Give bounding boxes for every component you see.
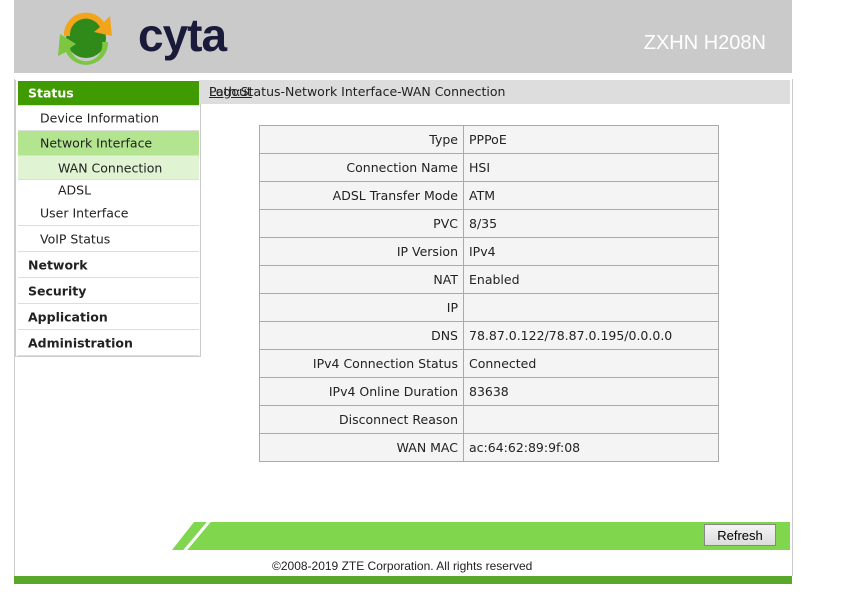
table-row: NAT Enabled — [259, 265, 719, 294]
sidebar-item-voip-status[interactable]: VoIP Status — [18, 227, 199, 252]
breadcrumb: Path:Status-Network Interface-WAN Connec… — [199, 80, 790, 104]
field-value: Connected — [463, 349, 719, 378]
field-value: Enabled — [463, 265, 719, 294]
field-value: IPv4 — [463, 237, 719, 266]
table-row: Disconnect Reason — [259, 405, 719, 434]
table-row: DNS 78.87.0.122/78.87.0.195/0.0.0.0 — [259, 321, 719, 350]
field-label: Disconnect Reason — [259, 405, 464, 434]
action-bar — [172, 522, 790, 550]
sidebar-item-label: Network Interface — [40, 135, 153, 151]
sidebar-item-status[interactable]: Status — [18, 81, 199, 106]
logo-text: cyta — [138, 9, 227, 61]
table-row: IPv4 Online Duration 83638 — [259, 377, 719, 406]
sidebar-item-label: Application — [28, 309, 108, 324]
table-row: IP Version IPv4 — [259, 237, 719, 266]
logout-link[interactable]: Logout — [209, 84, 777, 99]
sidebar-item-label: ADSL — [58, 182, 92, 197]
field-label: Connection Name — [259, 153, 464, 182]
sidebar-item-label: Network — [28, 257, 88, 272]
bottom-bar — [14, 576, 792, 584]
table-row: WAN MAC ac:64:62:89:9f:08 — [259, 433, 719, 462]
wan-info-table: Type PPPoE Connection Name HSI ADSL Transfer… — [259, 125, 719, 462]
sidebar-item-network[interactable]: Network — [18, 252, 199, 278]
sidebar-item-network-interface[interactable]: Network Interface — [18, 131, 199, 156]
field-value: HSI — [463, 153, 719, 182]
globe-icon — [58, 12, 112, 65]
field-label: IPv4 Connection Status — [259, 349, 464, 378]
table-row: PVC 8/35 — [259, 209, 719, 238]
field-value: PPPoE — [463, 125, 719, 154]
field-label: IPv4 Online Duration — [259, 377, 464, 406]
field-value: 8/35 — [463, 209, 719, 238]
field-value — [463, 405, 719, 434]
sidebar-item-adsl[interactable]: ADSL — [18, 180, 199, 199]
model-name: ZXHN H208N — [643, 32, 766, 54]
refresh-button[interactable]: Refresh — [704, 524, 776, 546]
sidebar-item-label: User Interface — [40, 205, 129, 221]
sidebar-item-label: Device Information — [40, 110, 160, 126]
table-row: IP — [259, 293, 719, 322]
sidebar: Status Device Information Network Interfac… — [15, 80, 201, 357]
field-label: IP Version — [259, 237, 464, 266]
field-label: NAT — [259, 265, 464, 294]
field-value: ac:64:62:89:9f:08 — [463, 433, 719, 462]
field-label: ADSL Transfer Mode — [259, 181, 464, 210]
field-label: DNS — [259, 321, 464, 350]
field-value: 83638 — [463, 377, 719, 406]
table-row: IPv4 Connection Status Connected — [259, 349, 719, 378]
field-label: PVC — [259, 209, 464, 238]
sidebar-item-wan-connection[interactable]: WAN Connection — [18, 156, 199, 180]
sidebar-item-user-interface[interactable]: User Interface — [18, 201, 199, 226]
sidebar-item-label: Administration — [28, 335, 133, 350]
field-value: 78.87.0.122/78.87.0.195/0.0.0.0 — [463, 321, 719, 350]
header: cyta ZXHN H208N — [14, 0, 792, 73]
copyright: ©2008-2019 ZTE Corporation. All rights r… — [272, 559, 533, 573]
sidebar-item-label: Status — [28, 85, 74, 101]
field-label: WAN MAC — [259, 433, 464, 462]
sidebar-item-application[interactable]: Application — [18, 304, 199, 330]
table-row: ADSL Transfer Mode ATM — [259, 181, 719, 210]
sidebar-item-label: Security — [28, 283, 87, 298]
field-value: ATM — [463, 181, 719, 210]
sidebar-item-device-information[interactable]: Device Information — [18, 106, 199, 131]
table-row: Connection Name HSI — [259, 153, 719, 182]
field-value — [463, 293, 719, 322]
table-row: Type PPPoE — [259, 125, 719, 154]
sidebar-item-label: WAN Connection — [58, 160, 163, 175]
sidebar-item-security[interactable]: Security — [18, 278, 199, 304]
sidebar-item-label: VoIP Status — [40, 231, 111, 247]
field-label: IP — [259, 293, 464, 322]
field-label: Type — [259, 125, 464, 154]
sidebar-item-administration[interactable]: Administration — [18, 330, 199, 356]
cyta-logo: cyta — [44, 8, 244, 68]
